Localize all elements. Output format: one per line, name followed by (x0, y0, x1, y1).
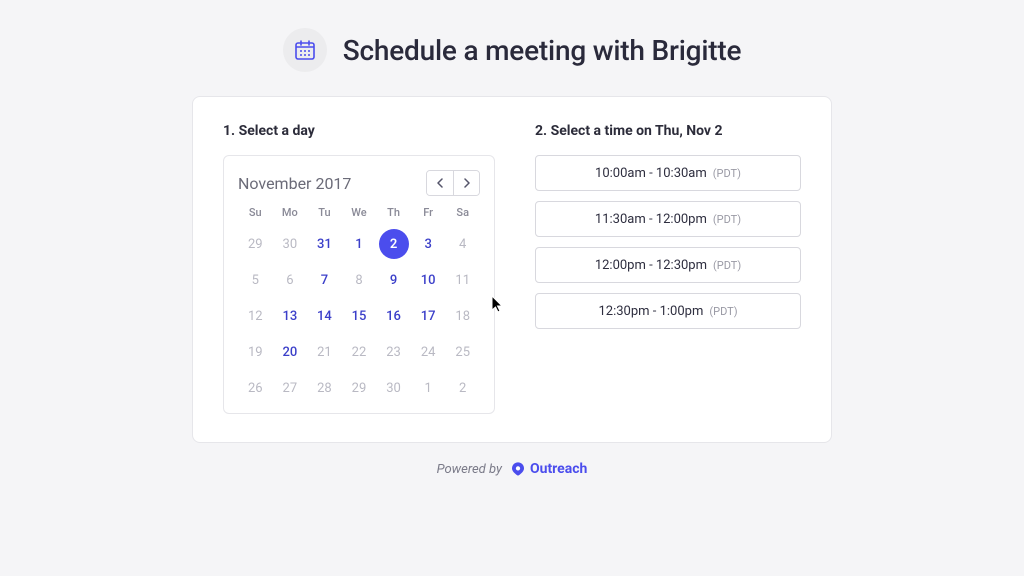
calendar-day: 6 (273, 265, 308, 295)
calendar-day[interactable]: 17 (411, 301, 446, 331)
brand-link[interactable]: Outreach (510, 461, 587, 477)
calendar-day: 26 (238, 373, 273, 403)
calendar-day: 23 (376, 337, 411, 367)
page-title: Schedule a meeting with Brigitte (343, 34, 742, 67)
calendar-day: 4 (445, 229, 480, 259)
calendar-day[interactable]: 2 (379, 229, 409, 259)
time-slot-tz: (PDT) (713, 259, 741, 272)
time-slot[interactable]: 12:30pm - 1:00pm (PDT) (535, 293, 801, 329)
calendar-day: 1 (411, 373, 446, 403)
calendar-day: 25 (445, 337, 480, 367)
footer: Powered by Outreach (437, 461, 588, 477)
calendar-day: 19 (238, 337, 273, 367)
calendar-day: 30 (273, 229, 308, 259)
time-slot-tz: (PDT) (713, 167, 741, 180)
time-slot[interactable]: 10:00am - 10:30am (PDT) (535, 155, 801, 191)
calendar-day: 8 (342, 265, 377, 295)
calendar-dow: Th (376, 206, 411, 223)
calendar-day: 28 (307, 373, 342, 403)
calendar-day[interactable]: 1 (342, 229, 377, 259)
outreach-logo-icon (510, 461, 526, 477)
chevron-left-icon (436, 178, 444, 188)
calendar-dow: Su (238, 206, 273, 223)
calendar-day: 5 (238, 265, 273, 295)
calendar-day: 18 (445, 301, 480, 331)
scheduler-card: 1. Select a day November 2017 SuMoTuWeTh… (192, 96, 832, 443)
calendar-day[interactable]: 16 (376, 301, 411, 331)
brand-name: Outreach (530, 461, 587, 477)
calendar-day[interactable]: 31 (307, 229, 342, 259)
calendar-icon (283, 28, 327, 72)
prev-month-button[interactable] (427, 171, 453, 195)
calendar-day: 2 (445, 373, 480, 403)
time-slot-label: 11:30am - 12:00pm (595, 212, 707, 227)
chevron-right-icon (463, 178, 471, 188)
time-slot-tz: (PDT) (713, 213, 741, 226)
calendar-day: 21 (307, 337, 342, 367)
time-slot-label: 10:00am - 10:30am (595, 166, 707, 181)
calendar-day[interactable]: 14 (307, 301, 342, 331)
calendar-day[interactable]: 7 (307, 265, 342, 295)
calendar-day: 12 (238, 301, 273, 331)
calendar-day[interactable]: 20 (273, 337, 308, 367)
calendar-day: 11 (445, 265, 480, 295)
calendar-dow: Mo (273, 206, 308, 223)
calendar-month-label: November 2017 (238, 174, 351, 193)
page-header: Schedule a meeting with Brigitte (283, 28, 742, 72)
time-slot-label: 12:00pm - 12:30pm (595, 258, 707, 273)
calendar-day: 29 (342, 373, 377, 403)
powered-by-label: Powered by (437, 462, 502, 477)
next-month-button[interactable] (453, 171, 479, 195)
calendar-day[interactable]: 13 (273, 301, 308, 331)
calendar-day: 27 (273, 373, 308, 403)
step2-title: 2. Select a time on Thu, Nov 2 (535, 123, 801, 139)
calendar-day: 22 (342, 337, 377, 367)
time-slot[interactable]: 11:30am - 12:00pm (PDT) (535, 201, 801, 237)
step1-title: 1. Select a day (223, 123, 495, 139)
calendar: November 2017 SuMoTuWeThFrSa293031123456… (223, 155, 495, 414)
calendar-day: 24 (411, 337, 446, 367)
calendar-dow: We (342, 206, 377, 223)
calendar-day[interactable]: 3 (411, 229, 446, 259)
calendar-dow: Fr (411, 206, 446, 223)
time-slot[interactable]: 12:00pm - 12:30pm (PDT) (535, 247, 801, 283)
time-slot-label: 12:30pm - 1:00pm (598, 304, 703, 319)
calendar-dow: Sa (445, 206, 480, 223)
calendar-dow: Tu (307, 206, 342, 223)
calendar-day[interactable]: 10 (411, 265, 446, 295)
time-slot-tz: (PDT) (709, 305, 737, 318)
calendar-day[interactable]: 15 (342, 301, 377, 331)
calendar-day: 29 (238, 229, 273, 259)
calendar-day: 30 (376, 373, 411, 403)
calendar-nav (426, 170, 480, 196)
calendar-day[interactable]: 9 (376, 265, 411, 295)
